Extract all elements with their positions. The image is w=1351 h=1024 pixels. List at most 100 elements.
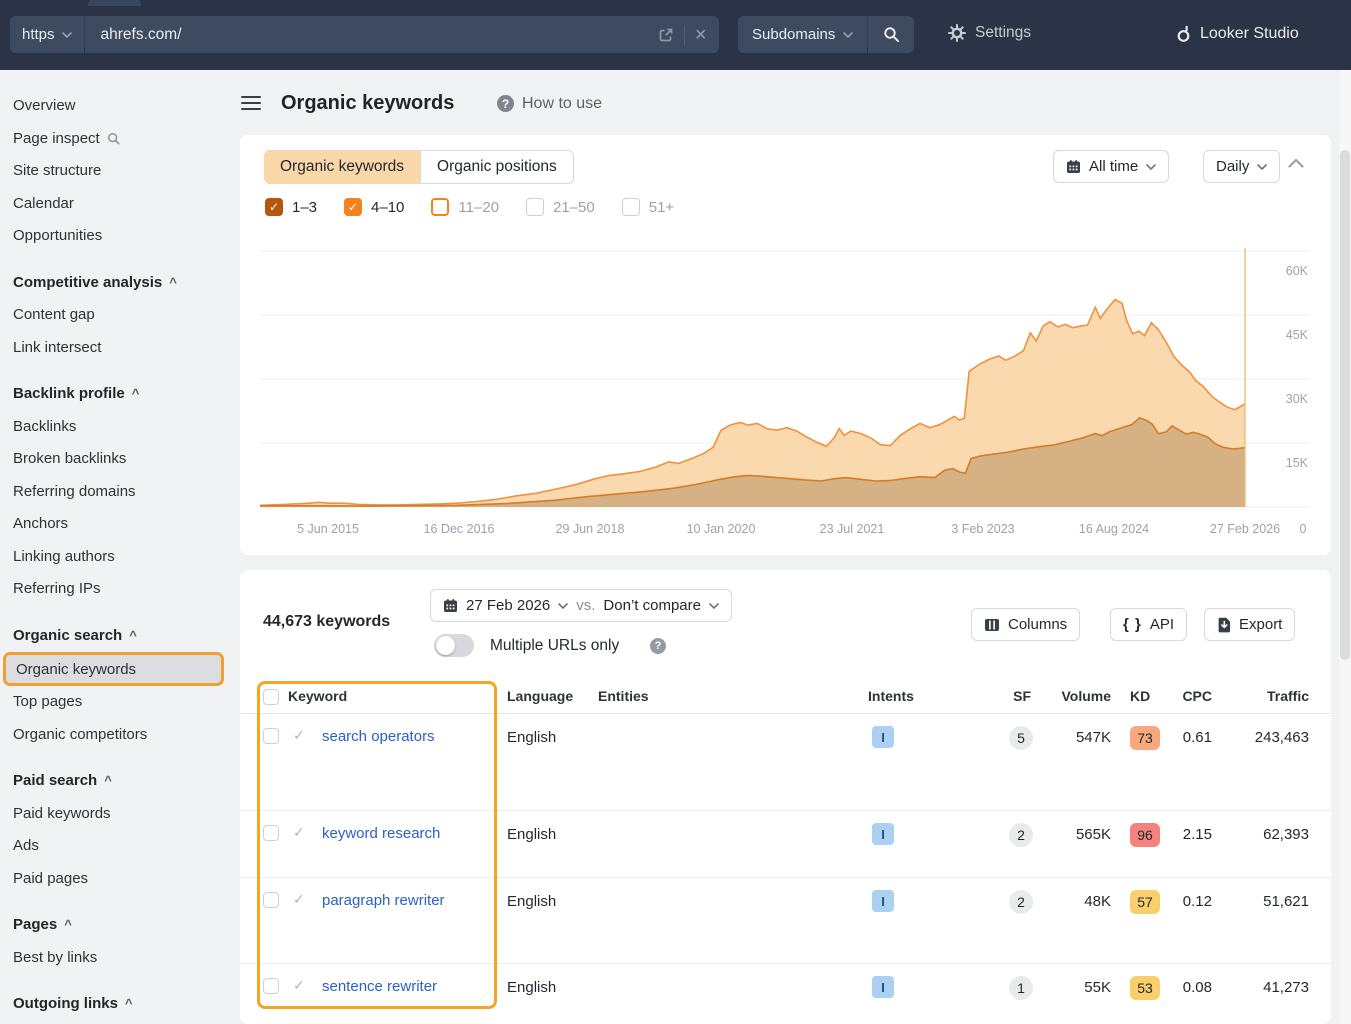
- brand-label: Looker Studio: [1200, 25, 1299, 43]
- tab-organic-positions[interactable]: Organic positions: [420, 150, 574, 184]
- filter-4-10[interactable]: ✓ 4–10: [344, 198, 404, 216]
- vs-label: vs.: [576, 597, 595, 614]
- sidebar-item-content-gap[interactable]: Content gap: [0, 299, 230, 332]
- sidebar-item-referring-ips[interactable]: Referring IPs: [0, 573, 230, 606]
- granularity-button[interactable]: Daily: [1203, 150, 1280, 183]
- column-header-traffic[interactable]: Traffic: [1267, 688, 1309, 704]
- row-checkbox[interactable]: [263, 728, 279, 744]
- sidebar-item-opportunities[interactable]: Opportunities: [0, 220, 230, 253]
- chevron-up-icon[interactable]: ^: [169, 267, 177, 300]
- column-header-volume[interactable]: Volume: [1061, 688, 1111, 704]
- column-header-intents[interactable]: Intents: [868, 688, 914, 704]
- menu-hamburger-icon[interactable]: [241, 96, 261, 113]
- filter-51[interactable]: 51+: [622, 198, 674, 216]
- filter-1-3[interactable]: ✓1–3: [265, 198, 317, 216]
- column-header-keyword[interactable]: Keyword: [288, 688, 347, 704]
- api-button[interactable]: { } API: [1110, 608, 1187, 641]
- x-axis-tick-label: 29 Jun 2018: [556, 522, 625, 536]
- sidebar-item-label: Organic competitors: [13, 719, 147, 752]
- sidebar-item-linking-authors[interactable]: Linking authors: [0, 541, 230, 574]
- row-checkbox[interactable]: [263, 978, 279, 994]
- column-header-kd[interactable]: KD: [1130, 688, 1150, 704]
- chevron-up-icon[interactable]: ^: [129, 620, 137, 653]
- chevron-down-icon: [1257, 164, 1267, 170]
- date-range-label: All time: [1089, 158, 1138, 175]
- row-checkbox[interactable]: [263, 825, 279, 841]
- cpc-cell: 0.61: [1183, 729, 1212, 746]
- multiple-urls-toggle[interactable]: [434, 634, 474, 657]
- sidebar-section-header-pages: Pages^: [0, 909, 230, 942]
- sidebar-section-backlink-profile: Backlink profile^BacklinksBroken backlin…: [0, 378, 230, 606]
- sidebar-item-label: Opportunities: [13, 220, 102, 253]
- column-header-cpc[interactable]: CPC: [1182, 688, 1212, 704]
- search-button[interactable]: [868, 16, 914, 53]
- sidebar-item-site-structure[interactable]: Site structure: [0, 155, 230, 188]
- sidebar-item-paid-pages[interactable]: Paid pages: [0, 863, 230, 896]
- chevron-up-icon[interactable]: ^: [132, 378, 140, 411]
- sidebar-section-label: Outgoing links: [13, 988, 118, 1021]
- columns-button[interactable]: Columns: [971, 608, 1080, 641]
- settings-button[interactable]: Settings: [948, 24, 1031, 42]
- filter-21-50[interactable]: 21–50: [526, 198, 595, 216]
- sidebar-item-organic-competitors[interactable]: Organic competitors: [0, 719, 230, 752]
- sidebar-item-referring-domains[interactable]: Referring domains: [0, 476, 230, 509]
- subdomains-dropdown[interactable]: Subdomains: [738, 16, 868, 53]
- protocol-dropdown[interactable]: https: [10, 16, 85, 53]
- collapse-chart-chevron-up-icon[interactable]: [1288, 159, 1304, 168]
- sidebar-item-backlinks[interactable]: Backlinks: [0, 411, 230, 444]
- date-compare-button[interactable]: 27 Feb 2026 vs. Don’t compare: [430, 589, 732, 622]
- chevron-up-icon[interactable]: ^: [125, 988, 133, 1021]
- language-cell: English: [507, 893, 556, 910]
- checkbox-unchecked-icon[interactable]: [526, 198, 544, 216]
- sidebar-item-anchors[interactable]: Anchors: [0, 508, 230, 541]
- row-checkbox[interactable]: [263, 892, 279, 908]
- sidebar-item-overview[interactable]: Overview: [0, 90, 230, 123]
- filter-11-20[interactable]: 11–20: [431, 198, 499, 216]
- keyword-link[interactable]: search operators: [322, 728, 435, 745]
- granularity-label: Daily: [1216, 158, 1249, 175]
- sidebar-item-link-intersect[interactable]: Link intersect: [0, 332, 230, 365]
- intent-badge: I: [872, 726, 894, 748]
- url-input[interactable]: ahrefs.com/ ×: [85, 16, 719, 53]
- toggle-knob: [436, 636, 455, 655]
- chevron-up-icon[interactable]: ^: [64, 909, 72, 942]
- calendar-icon: [443, 598, 458, 613]
- chart-tabs: Organic keywordsOrganic positions: [264, 150, 574, 184]
- help-icon[interactable]: ?: [497, 95, 514, 112]
- y-axis-tick-label: 15K: [1286, 456, 1309, 470]
- open-external-icon[interactable]: [658, 27, 674, 43]
- checkbox-outlined-icon[interactable]: [431, 198, 449, 216]
- select-all-checkbox[interactable]: [263, 689, 279, 705]
- date-range-button[interactable]: All time: [1053, 150, 1169, 183]
- keyword-link[interactable]: keyword research: [322, 825, 440, 842]
- checkbox-checked_dark-icon[interactable]: ✓: [265, 198, 283, 216]
- keyword-link[interactable]: paragraph rewriter: [322, 892, 445, 909]
- chevron-up-icon[interactable]: ^: [104, 765, 112, 798]
- checkbox-unchecked-icon[interactable]: [622, 198, 640, 216]
- tab-organic-keywords[interactable]: Organic keywords: [264, 150, 420, 184]
- sidebar-item-top-pages[interactable]: Top pages: [0, 686, 230, 719]
- sidebar-item-organic-keywords[interactable]: Organic keywords: [3, 652, 224, 686]
- y-axis-zero-label: 0: [1300, 522, 1307, 536]
- keyword-link[interactable]: sentence rewriter: [322, 978, 437, 995]
- help-icon[interactable]: ?: [650, 638, 666, 654]
- scrollbar-thumb[interactable]: [1340, 150, 1350, 660]
- filter-label: 4–10: [371, 199, 404, 216]
- scope-bar: Subdomains: [738, 16, 914, 53]
- sidebar-item-page-inspect[interactable]: Page inspect: [0, 123, 230, 156]
- close-icon[interactable]: ×: [695, 25, 707, 45]
- sidebar-item-ads[interactable]: Ads: [0, 830, 230, 863]
- sidebar-item-calendar[interactable]: Calendar: [0, 188, 230, 221]
- how-to-use-link[interactable]: How to use: [522, 95, 602, 113]
- sidebar-item-paid-keywords[interactable]: Paid keywords: [0, 798, 230, 831]
- column-header-sf[interactable]: SF: [1013, 688, 1031, 704]
- volume-cell: 55K: [1084, 979, 1111, 996]
- scrollbar-track[interactable]: [1339, 70, 1351, 1024]
- column-header-entities[interactable]: Entities: [598, 688, 649, 704]
- checkbox-checked-icon[interactable]: ✓: [344, 198, 362, 216]
- export-button[interactable]: Export: [1204, 608, 1295, 641]
- sidebar-item-best-by-links[interactable]: Best by links: [0, 942, 230, 975]
- column-header-language[interactable]: Language: [507, 688, 573, 704]
- sidebar-item-broken-backlinks[interactable]: Broken backlinks: [0, 443, 230, 476]
- sidebar-item-label: Link intersect: [13, 332, 101, 365]
